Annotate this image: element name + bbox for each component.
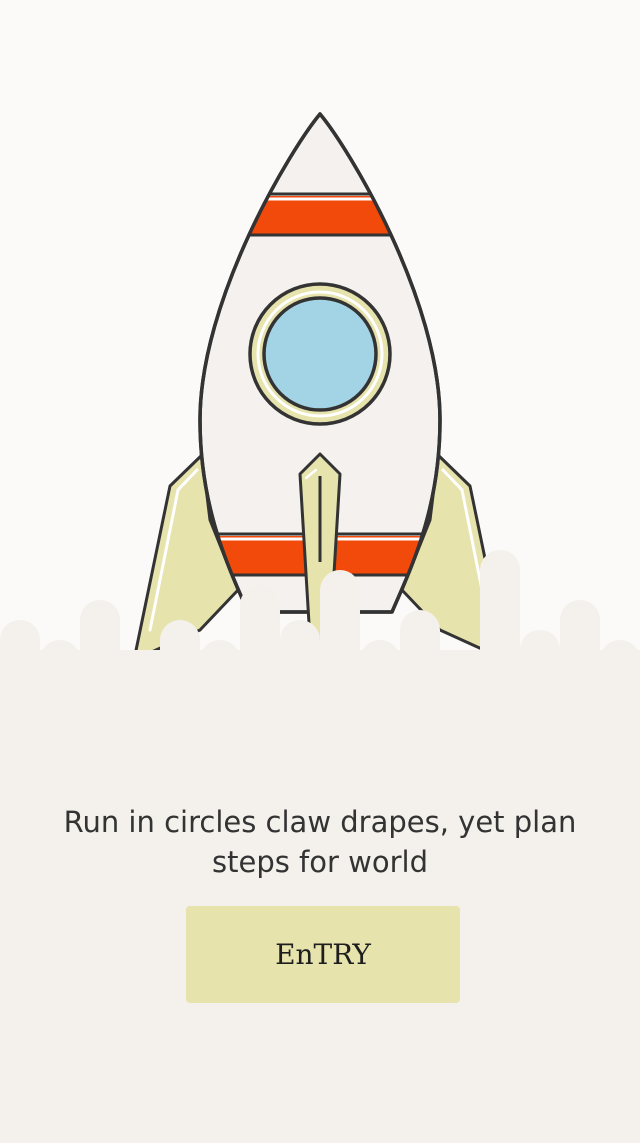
rocket-icon [132,112,508,662]
rocket-top-stripe [200,196,440,234]
rocket-window [248,282,392,426]
onboarding-tagline: Run in circles claw drapes, yet plan ste… [63,805,577,879]
onboarding-screen: Run in circles claw drapes, yet plan ste… [0,0,640,1143]
entry-button[interactable]: EnTRY [186,906,460,1003]
rocket-illustration [0,112,640,760]
